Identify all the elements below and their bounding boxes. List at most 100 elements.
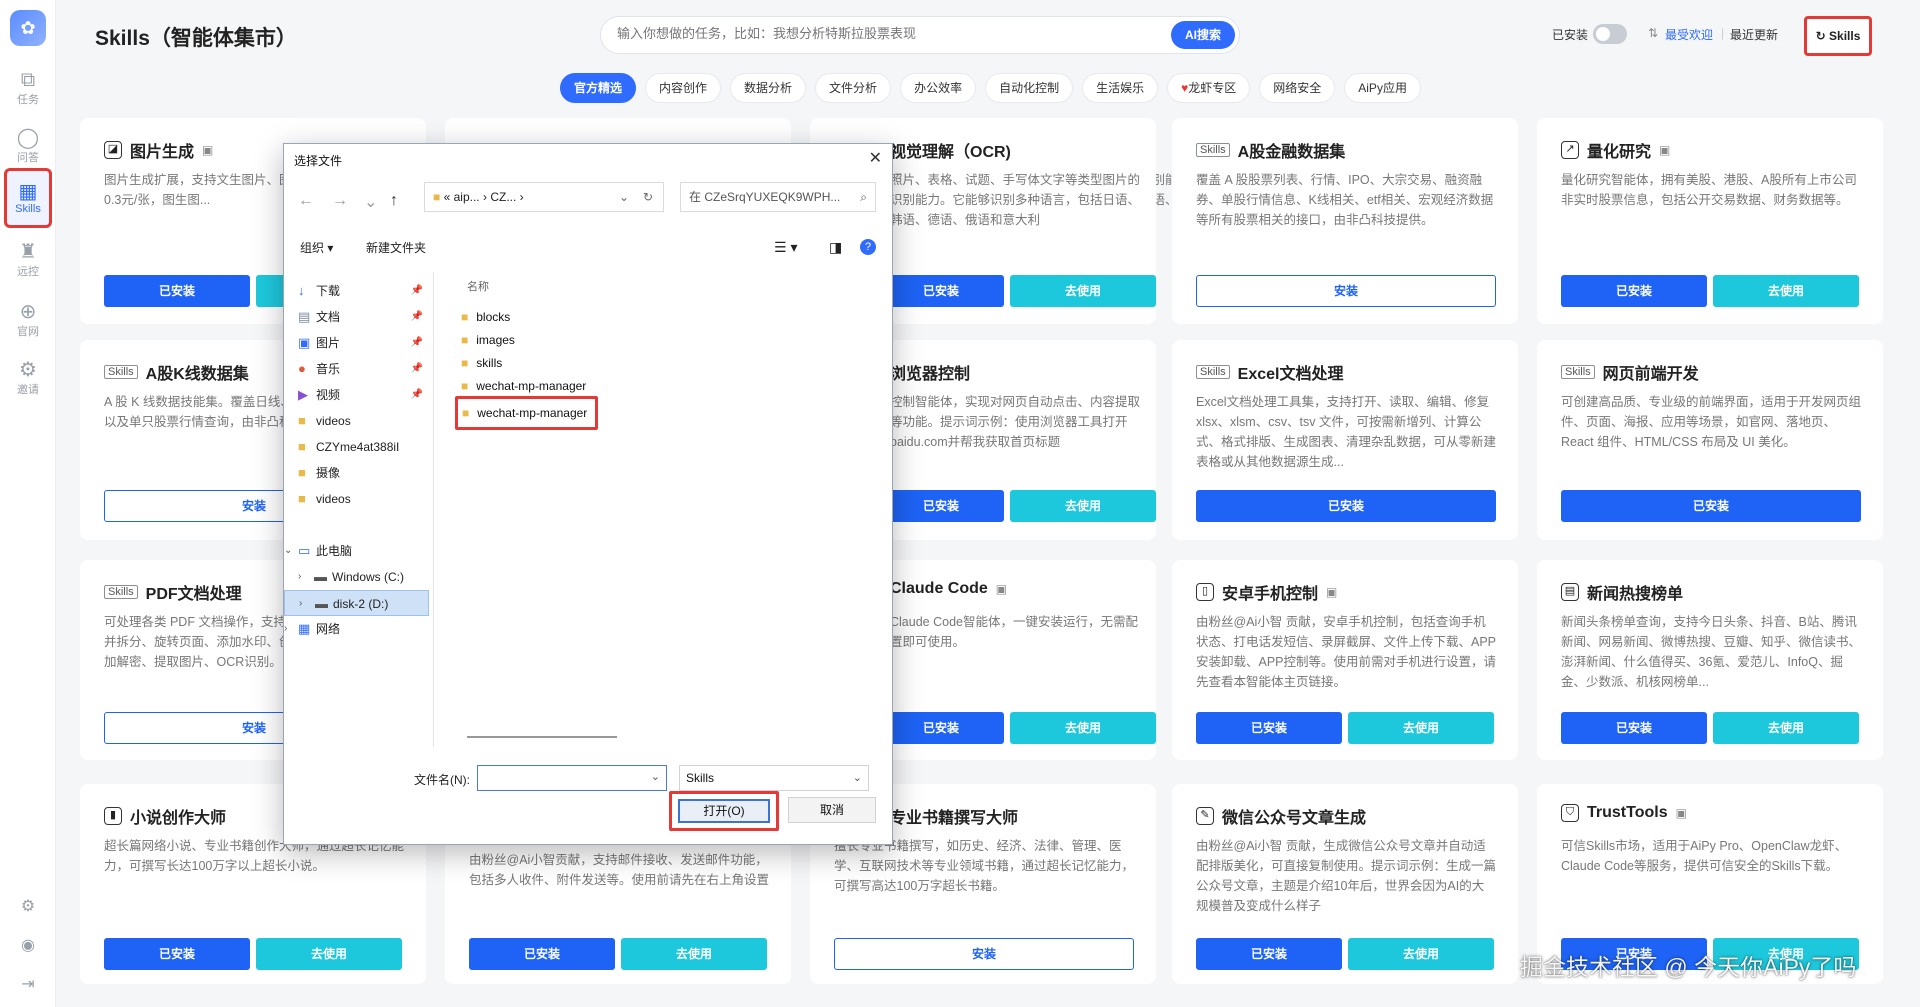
robot-icon: ♜ <box>19 241 37 263</box>
ai-search-button[interactable]: AI搜索 <box>1170 21 1235 49</box>
tab-content[interactable]: 内容创作 <box>645 73 722 103</box>
skills-button[interactable]: ↻ Skills <box>1804 16 1872 56</box>
file-row-blocks[interactable]: ■ blocks <box>461 306 510 328</box>
back-icon[interactable]: ← <box>298 192 314 210</box>
filetype-select[interactable]: Skills ⌄ <box>679 765 869 791</box>
tree-item-documents[interactable]: ▤ 文档 📌 <box>284 304 429 330</box>
tree-item-pictures[interactable]: ▣ 图片 📌 <box>284 330 429 356</box>
tree-item-czyme[interactable]: ■ CZYme4at388iI <box>284 434 429 460</box>
install-button[interactable]: 安装 <box>1196 275 1496 307</box>
tab-aipy[interactable]: AiPy应用 <box>1344 73 1421 103</box>
rail-item-skills[interactable]: ▦ Skills <box>4 168 52 228</box>
shield-icon: ⛉ <box>1561 804 1579 822</box>
rail-item-qa[interactable]: ◯ 问答 <box>4 118 52 174</box>
sort-recent-link[interactable]: 最近更新 <box>1730 26 1778 43</box>
rail-item-website[interactable]: ⊕ 官网 <box>4 292 52 348</box>
use-button[interactable]: 去使用 <box>1713 712 1859 744</box>
folder-icon: ■ <box>462 406 470 420</box>
installed-button[interactable]: 已安装 <box>1561 275 1707 307</box>
filename-input[interactable]: ⌄ <box>477 765 667 791</box>
doc-icon[interactable]: ▣ <box>996 582 1007 596</box>
installed-button[interactable]: 已安装 <box>1196 490 1496 522</box>
use-button[interactable]: 去使用 <box>1010 712 1156 744</box>
use-button[interactable]: 去使用 <box>1348 712 1494 744</box>
doc-icon[interactable]: ▣ <box>1326 585 1337 599</box>
search-bar: AI搜索 <box>600 16 1240 54</box>
use-button[interactable]: 去使用 <box>1348 938 1494 970</box>
installed-button[interactable]: 已安装 <box>878 275 1004 307</box>
installed-button[interactable]: 已安装 <box>104 938 250 970</box>
file-row-wechat-highlighted[interactable]: ■ wechat-mp-manager <box>455 396 599 430</box>
tree-item-music[interactable]: ● 音乐 📌 <box>284 356 429 382</box>
cancel-button[interactable]: 取消 <box>788 797 876 823</box>
sort-popular-link[interactable]: 最受欢迎 <box>1665 26 1713 43</box>
tab-lifestyle[interactable]: 生活娱乐 <box>1082 73 1159 103</box>
tab-official[interactable]: 官方精选 <box>560 73 637 103</box>
tab-files[interactable]: 文件分析 <box>815 73 892 103</box>
tree-item-network[interactable]: › ▦ 网络 <box>284 616 429 642</box>
recent-dropdown-icon[interactable]: ⌄ <box>364 192 377 212</box>
address-bar[interactable]: ■ « aip... › CZ... › ⌄ ↻ <box>424 182 664 212</box>
chevron-down-icon[interactable]: ⌄ <box>651 770 660 783</box>
rail-item-remote[interactable]: ♜ 远控 <box>4 232 52 288</box>
folder-search-input[interactable]: 在 CZeSrqYUXEQK9WPH... ⌕ <box>680 182 876 212</box>
open-button[interactable]: 打开(O) <box>678 799 770 823</box>
installed-button[interactable]: 已安装 <box>1561 712 1707 744</box>
use-button[interactable]: 去使用 <box>1010 490 1156 522</box>
collapse-icon: › <box>298 571 302 582</box>
use-button[interactable]: 去使用 <box>1713 275 1859 307</box>
preview-pane-icon[interactable]: ◨ <box>829 239 842 256</box>
installed-button[interactable]: 已安装 <box>878 490 1004 522</box>
file-row-wechat[interactable]: ■ wechat-mp-manager <box>461 375 586 397</box>
tab-security[interactable]: 网络安全 <box>1259 73 1336 103</box>
tree-item-videos-2[interactable]: ■ videos <box>284 486 429 512</box>
tree-item-videos[interactable]: ■ videos <box>284 408 429 434</box>
app-logo-icon[interactable]: ✿ <box>10 10 46 46</box>
sort-divider: | <box>1721 26 1725 40</box>
installed-button[interactable]: 已安装 <box>1196 938 1342 970</box>
rail-item-tasks[interactable]: ⧉ 任务 <box>4 60 52 116</box>
view-options-icon[interactable]: ☰ ▾ <box>774 239 797 256</box>
tab-automation[interactable]: 自动化控制 <box>985 73 1074 103</box>
tree-item-drive-c[interactable]: › ▬ Windows (C:) <box>284 564 429 590</box>
install-button[interactable]: 安装 <box>834 938 1134 970</box>
forward-icon[interactable]: → <box>332 192 348 210</box>
file-row-skills[interactable]: ■ skills <box>461 352 502 374</box>
doc-icon[interactable]: ▣ <box>1676 806 1687 820</box>
tab-data[interactable]: 数据分析 <box>730 73 807 103</box>
tree-item-downloads[interactable]: ↓ 下载 📌 <box>284 278 429 304</box>
close-icon[interactable]: ✕ <box>869 148 882 168</box>
tab-lobster[interactable]: ♥龙虾专区 <box>1167 73 1251 103</box>
doc-icon[interactable]: ▣ <box>202 143 213 157</box>
tree-item-camera[interactable]: ■ 摄像 <box>284 460 429 486</box>
new-folder-button[interactable]: 新建文件夹 <box>366 239 426 256</box>
tree-item-videos-lib[interactable]: ▶ 视频 📌 <box>284 382 429 408</box>
installed-button[interactable]: 已安装 <box>1561 490 1861 522</box>
horizontal-scrollbar[interactable] <box>467 736 617 738</box>
installed-toggle[interactable] <box>1593 24 1627 44</box>
rail-item-invite[interactable]: ⚙ 邀请 <box>4 350 52 406</box>
help-icon[interactable]: ? <box>860 239 876 255</box>
doc-icon[interactable]: ▣ <box>1659 143 1670 157</box>
up-icon[interactable]: ↑ <box>390 192 398 210</box>
tree-item-this-pc[interactable]: ⌄ ▭ 此电脑 <box>284 538 429 564</box>
chevron-down-icon[interactable]: ⌄ <box>619 183 629 211</box>
use-button[interactable]: 去使用 <box>256 938 402 970</box>
tree-item-drive-d[interactable]: › ▬ disk-2 (D:) <box>284 590 429 616</box>
file-row-images[interactable]: ■ images <box>461 329 515 351</box>
column-name-header[interactable]: 名称 <box>467 278 489 294</box>
use-button[interactable]: 去使用 <box>1010 275 1156 307</box>
computer-icon: ▭ <box>298 543 311 558</box>
settings-icon[interactable]: ⚙ <box>18 896 38 916</box>
search-input[interactable] <box>617 26 1157 41</box>
logout-icon[interactable]: ⇥ <box>18 974 38 994</box>
installed-button[interactable]: 已安装 <box>469 938 615 970</box>
installed-button[interactable]: 已安装 <box>878 712 1004 744</box>
refresh-icon[interactable]: ↻ <box>643 183 653 211</box>
installed-button[interactable]: 已安装 <box>104 275 250 307</box>
tab-office[interactable]: 办公效率 <box>900 73 977 103</box>
installed-button[interactable]: 已安装 <box>1196 712 1342 744</box>
user-icon[interactable]: ◉ <box>18 935 38 955</box>
organize-menu[interactable]: 组织 ▾ <box>300 239 333 256</box>
use-button[interactable]: 去使用 <box>621 938 767 970</box>
